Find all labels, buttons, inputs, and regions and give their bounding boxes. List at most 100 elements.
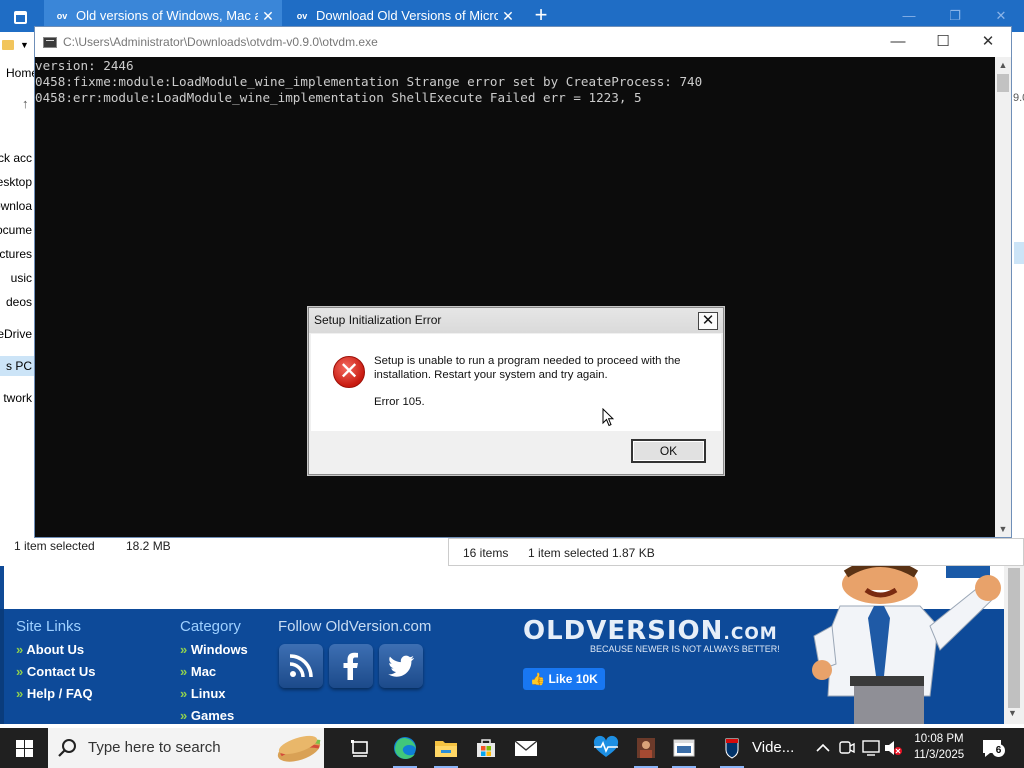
console-icon[interactable] bbox=[664, 728, 704, 768]
nfl-icon bbox=[725, 738, 739, 759]
file-explorer-right-edge: 9.0 bbox=[1012, 32, 1024, 564]
file-explorer-sidebar: ▼ Home ↑ ck acc esktop ownloa ocume ctur… bbox=[0, 32, 34, 564]
nav-item-desktop[interactable]: esktop bbox=[0, 172, 34, 192]
file-explorer-icon[interactable] bbox=[426, 728, 466, 768]
site-favicon-icon: ov bbox=[296, 11, 308, 21]
ok-button[interactable]: OK bbox=[631, 439, 706, 463]
nav-item-videos[interactable]: deos bbox=[0, 292, 34, 312]
footer-link-mac[interactable]: » Mac bbox=[180, 664, 216, 679]
chevron-up-icon[interactable] bbox=[812, 728, 834, 768]
new-tab-button[interactable]: + bbox=[530, 4, 552, 26]
console-maximize-button[interactable]: ☐ bbox=[920, 27, 966, 57]
item-count: 16 items bbox=[463, 546, 509, 560]
task-view-icon[interactable] bbox=[340, 728, 380, 768]
up-arrow-icon[interactable]: ↑ bbox=[22, 96, 29, 111]
footer-link-contact-us[interactable]: » Contact Us bbox=[16, 664, 95, 679]
app-icon[interactable] bbox=[626, 728, 666, 768]
setup-error-dialog: Setup Initialization Error ✕ ✕ Setup is … bbox=[308, 307, 724, 475]
dialog-titlebar[interactable]: Setup Initialization Error ✕ bbox=[309, 308, 723, 333]
search-placeholder: Type here to search bbox=[88, 739, 221, 756]
browser-close-icon[interactable]: ✕ bbox=[992, 8, 1010, 24]
category-heading: Category bbox=[180, 618, 241, 635]
console-line: 0458:err:module:LoadModule_wine_implemen… bbox=[35, 90, 642, 105]
browser-minimize-icon[interactable]: — bbox=[900, 8, 918, 24]
network-icon[interactable] bbox=[860, 728, 882, 768]
file-version-text: 9.0 bbox=[1013, 92, 1024, 104]
notification-count: 6 bbox=[992, 744, 1005, 757]
notification-icon[interactable]: 6 bbox=[980, 736, 1005, 760]
console-minimize-button[interactable]: — bbox=[875, 27, 921, 57]
dialog-content: ✕ Setup is unable to run a program neede… bbox=[311, 334, 721, 431]
taskbar-clock[interactable]: 10:08 PM 11/3/2025 bbox=[904, 731, 974, 763]
edge-icon[interactable] bbox=[385, 728, 425, 768]
video-app-label: Vide... bbox=[752, 739, 795, 756]
clock-time: 10:08 PM bbox=[914, 733, 964, 745]
mail-icon[interactable] bbox=[506, 728, 546, 768]
oldversion-logo[interactable]: OLDVERSION.COM bbox=[523, 616, 778, 646]
nav-item-downloads[interactable]: ownloa bbox=[0, 196, 34, 216]
explorer-status-bar-2: 16 items 1 item selected 1.87 KB bbox=[448, 538, 1024, 566]
selected-count: 1 item selected bbox=[528, 546, 609, 560]
folder-icon bbox=[2, 40, 14, 50]
thumbs-up-icon: 👍 bbox=[530, 672, 546, 686]
nav-item-this-pc[interactable]: s PC bbox=[0, 356, 34, 376]
console-line: version: 2446 bbox=[35, 58, 134, 73]
scroll-down-icon[interactable]: ▼ bbox=[995, 521, 1011, 537]
mouse-cursor-icon bbox=[602, 408, 614, 427]
nav-item-pictures[interactable]: ctures bbox=[0, 244, 34, 264]
nav-item-onedrive[interactable]: eDrive bbox=[0, 324, 34, 344]
console-scrollbar[interactable]: ▲ ▼ bbox=[995, 57, 1011, 537]
scroll-thumb[interactable] bbox=[1008, 568, 1020, 708]
scroll-down-icon[interactable]: ▼ bbox=[1008, 708, 1017, 718]
mascot-image bbox=[812, 566, 1001, 724]
nav-item-music[interactable]: usic bbox=[0, 268, 34, 288]
console-icon bbox=[43, 37, 57, 48]
error-icon: ✕ bbox=[333, 356, 365, 388]
browser-restore-icon[interactable]: ❐ bbox=[946, 8, 964, 24]
search-icon bbox=[58, 739, 76, 757]
nav-item-quick-access[interactable]: ck acc bbox=[0, 148, 34, 168]
search-highlight-image bbox=[277, 735, 321, 762]
follow-heading: Follow OldVersion.com bbox=[278, 618, 432, 635]
nav-item-documents[interactable]: ocume bbox=[0, 220, 34, 240]
footer-link-help-faq[interactable]: » Help / FAQ bbox=[16, 686, 93, 701]
footer-link-windows[interactable]: » Windows bbox=[180, 642, 248, 657]
page-scrollbar[interactable]: ▼ bbox=[1004, 566, 1024, 724]
explorer-status-bar: 1 item selected 18.2 MB bbox=[0, 536, 448, 556]
clock-date: 11/3/2025 bbox=[913, 749, 965, 761]
taskbar: Type here to search Vide... 10:08 PM 11/… bbox=[0, 728, 1024, 768]
selected-size: 18.2 MB bbox=[126, 539, 171, 553]
footer-link-linux[interactable]: » Linux bbox=[180, 686, 226, 701]
footer-link-games[interactable]: » Games bbox=[180, 708, 234, 723]
selected-count: 1 item selected bbox=[14, 539, 95, 553]
facebook-like-button[interactable]: 👍 Like 10K bbox=[523, 668, 605, 690]
tab-overview-icon[interactable] bbox=[6, 6, 34, 26]
twitter-icon[interactable] bbox=[379, 644, 423, 688]
site-links-heading: Site Links bbox=[16, 618, 82, 635]
taskbar-search-box[interactable]: Type here to search bbox=[48, 728, 324, 768]
volume-muted-icon[interactable] bbox=[882, 728, 904, 768]
footer-link-about-us[interactable]: » About Us bbox=[16, 642, 84, 657]
dialog-error-code: Error 105. bbox=[374, 396, 425, 408]
video-app-button[interactable]: Vide... bbox=[712, 728, 802, 768]
selected-size: 1.87 KB bbox=[612, 546, 655, 560]
store-icon[interactable] bbox=[466, 728, 506, 768]
meet-now-icon[interactable] bbox=[836, 728, 858, 768]
rss-icon[interactable] bbox=[279, 644, 323, 688]
scroll-up-icon[interactable]: ▲ bbox=[995, 57, 1011, 73]
health-icon[interactable] bbox=[586, 728, 626, 768]
site-favicon-icon: ov bbox=[56, 11, 68, 21]
console-titlebar[interactable]: C:\Users\Administrator\Downloads\otvdm-v… bbox=[35, 27, 1011, 57]
scroll-thumb[interactable] bbox=[997, 74, 1009, 92]
nav-item-network[interactable]: twork bbox=[0, 388, 34, 408]
facebook-icon[interactable] bbox=[329, 644, 373, 688]
dialog-message: Setup is unable to run a program needed … bbox=[374, 355, 681, 381]
brand-tagline: BECAUSE NEWER IS NOT ALWAYS BETTER! bbox=[590, 644, 780, 654]
ribbon-tab-home[interactable]: Home bbox=[6, 66, 34, 80]
dialog-close-button[interactable]: ✕ bbox=[698, 312, 718, 330]
chevron-down-icon[interactable]: ▼ bbox=[20, 40, 29, 50]
start-button[interactable] bbox=[0, 728, 48, 768]
selected-row-highlight bbox=[1014, 242, 1024, 264]
console-close-button[interactable]: ✕ bbox=[965, 27, 1011, 57]
console-line: 0458:fixme:module:LoadModule_wine_implem… bbox=[35, 74, 703, 89]
